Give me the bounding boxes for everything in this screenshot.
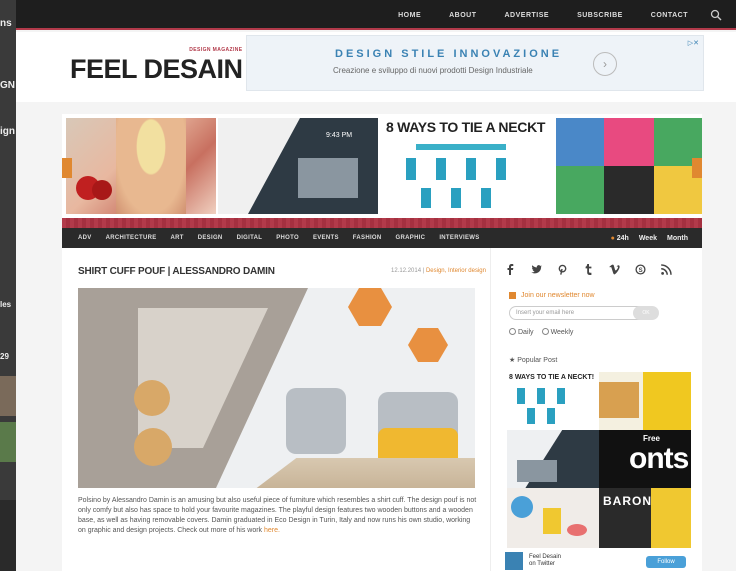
logo-text: FEEL DESAIN: [70, 54, 243, 84]
twitter-icon[interactable]: [531, 264, 542, 275]
slide-image[interactable]: 9:43 PM: [218, 118, 378, 214]
category-digital[interactable]: DIGITAL: [237, 235, 263, 241]
popular-24h-label: 24h: [616, 234, 629, 242]
post-categories[interactable]: Design, Interior design: [426, 268, 486, 274]
post-image[interactable]: [78, 288, 475, 488]
nav-home[interactable]: HOME: [398, 12, 421, 19]
post-body: Polsino by Alessandro Damin is an amusin…: [78, 496, 478, 536]
pinterest-icon[interactable]: [557, 264, 568, 275]
category-art[interactable]: ART: [171, 235, 184, 241]
svg-text:S: S: [639, 268, 643, 274]
rss-icon[interactable]: [661, 264, 672, 275]
daily-label: Daily: [518, 329, 534, 336]
post-meta: 12.12.2014 | Design, Interior design: [391, 268, 486, 274]
ad-close-icon[interactable]: ▷✕: [688, 39, 699, 47]
weekly-label: Weekly: [550, 329, 574, 336]
popular-post[interactable]: BARON: [599, 488, 691, 548]
banner-ad[interactable]: DESIGN STILE INNOVAZIONE Creazione e svi…: [246, 35, 704, 91]
category-graphic[interactable]: GRAPHIC: [396, 235, 426, 241]
popular-24h-tab[interactable]: ● 24h: [611, 235, 629, 242]
site-header: FEEL DESAIN DESIGN MAGAZINE DESIGN STILE…: [16, 32, 736, 102]
follow-button[interactable]: Follow: [646, 556, 686, 568]
nav-advertise[interactable]: ADVERTISE: [505, 12, 550, 19]
nav-subscribe[interactable]: SUBSCRIBE: [577, 12, 623, 19]
facebook-icon[interactable]: [505, 264, 516, 275]
skype-icon[interactable]: S: [635, 264, 646, 275]
popular-heading: ★ Popular Post: [509, 357, 558, 364]
logo-tagline: DESIGN MAGAZINE: [189, 47, 243, 53]
slide-image[interactable]: [556, 118, 702, 214]
category-adv[interactable]: ADV: [78, 235, 92, 241]
twitter-name: Feel Desain: [529, 554, 562, 560]
slider-pattern-bar: [62, 218, 702, 228]
email-placeholder: Insert your email here: [516, 310, 575, 316]
slider-next-arrow[interactable]: [692, 158, 702, 178]
category-interviews[interactable]: INTERVIEWS: [439, 235, 479, 241]
category-fashion[interactable]: FASHION: [353, 235, 382, 241]
top-navigation: HOME ABOUT ADVERTISE SUBSCRIBE CONTACT: [16, 0, 736, 30]
popular-post[interactable]: [507, 430, 599, 488]
slide-title[interactable]: 8 WAYS TO TIE A NECKT: [386, 119, 545, 135]
radio-weekly[interactable]: [541, 328, 549, 335]
nav-contact[interactable]: CONTACT: [651, 12, 688, 19]
radio-daily[interactable]: [509, 328, 516, 335]
post-date: 12.12.2014 |: [391, 268, 425, 274]
post-title[interactable]: SHIRT CUFF POUF | ALESSANDRO DAMIN: [78, 266, 275, 277]
category-navigation: ADV ARCHITECTURE ART DESIGN DIGITAL PHOT…: [62, 228, 702, 248]
email-input[interactable]: Insert your email here: [509, 306, 649, 320]
popular-post-fonts: onts: [629, 442, 689, 475]
subscribe-button[interactable]: OK: [633, 306, 659, 320]
search-icon[interactable]: [710, 9, 722, 21]
site-logo[interactable]: FEEL DESAIN DESIGN MAGAZINE: [70, 47, 243, 85]
tumblr-icon[interactable]: [583, 264, 594, 275]
popular-heading-label: Popular Post: [517, 357, 558, 364]
popular-post-title: 8 WAYS TO TIE A NECKT!: [509, 374, 595, 381]
ad-subtitle: Creazione e sviluppo di nuovi prodotti D…: [333, 66, 533, 75]
nav-about[interactable]: ABOUT: [449, 12, 476, 19]
bg-snippet: les: [0, 300, 12, 309]
frequency-options: Daily Weekly: [509, 328, 573, 336]
newsletter-icon: [509, 292, 516, 299]
slider-prev-arrow[interactable]: [62, 158, 72, 178]
vimeo-icon[interactable]: [609, 264, 620, 275]
bg-snippet: ign: [0, 126, 15, 137]
newsletter-label: Join our newsletter now: [521, 292, 595, 299]
category-events[interactable]: EVENTS: [313, 235, 339, 241]
daily-option[interactable]: Daily: [509, 328, 534, 336]
main-content: SHIRT CUFF POUF | ALESSANDRO DAMIN 12.12…: [62, 248, 702, 571]
bg-snippet: ns: [0, 18, 12, 29]
slide-image[interactable]: [386, 138, 542, 214]
popular-post-baron: BARON: [603, 494, 652, 508]
category-architecture[interactable]: ARCHITECTURE: [106, 235, 157, 241]
weekly-option[interactable]: Weekly: [541, 328, 574, 336]
popular-month-tab[interactable]: Month: [667, 235, 688, 242]
social-links: S: [505, 264, 672, 275]
featured-slider: 9:43 PM 8 WAYS TO TIE A NECKT: [62, 114, 702, 224]
ad-title: DESIGN STILE INNOVAZIONE: [335, 48, 563, 60]
popular-post[interactable]: 8 WAYS TO TIE A NECKT!: [507, 372, 599, 430]
post-more-link[interactable]: here.: [264, 527, 280, 534]
twitter-avatar: [505, 552, 523, 570]
slide-image[interactable]: [66, 118, 216, 214]
popular-posts-grid: 8 WAYS TO TIE A NECKT! Free onts BARON: [507, 372, 691, 548]
popular-week-tab[interactable]: Week: [639, 235, 657, 242]
popular-post[interactable]: Free onts: [599, 430, 691, 488]
twitter-widget[interactable]: Feel Desain on Twitter: [505, 552, 561, 570]
popular-post[interactable]: [507, 488, 599, 548]
webpage: HOME ABOUT ADVERTISE SUBSCRIBE CONTACT F…: [16, 0, 736, 571]
popular-post[interactable]: [599, 372, 691, 430]
category-photo[interactable]: PHOTO: [276, 235, 299, 241]
bg-snippet: 29: [0, 352, 9, 361]
twitter-sub: on Twitter: [529, 561, 555, 567]
sidebar: S Join our newsletter now Insert your em…: [490, 248, 702, 571]
chevron-right-icon[interactable]: ›: [593, 52, 617, 76]
bg-snippet: GN: [0, 80, 15, 91]
category-design[interactable]: DESIGN: [198, 235, 223, 241]
